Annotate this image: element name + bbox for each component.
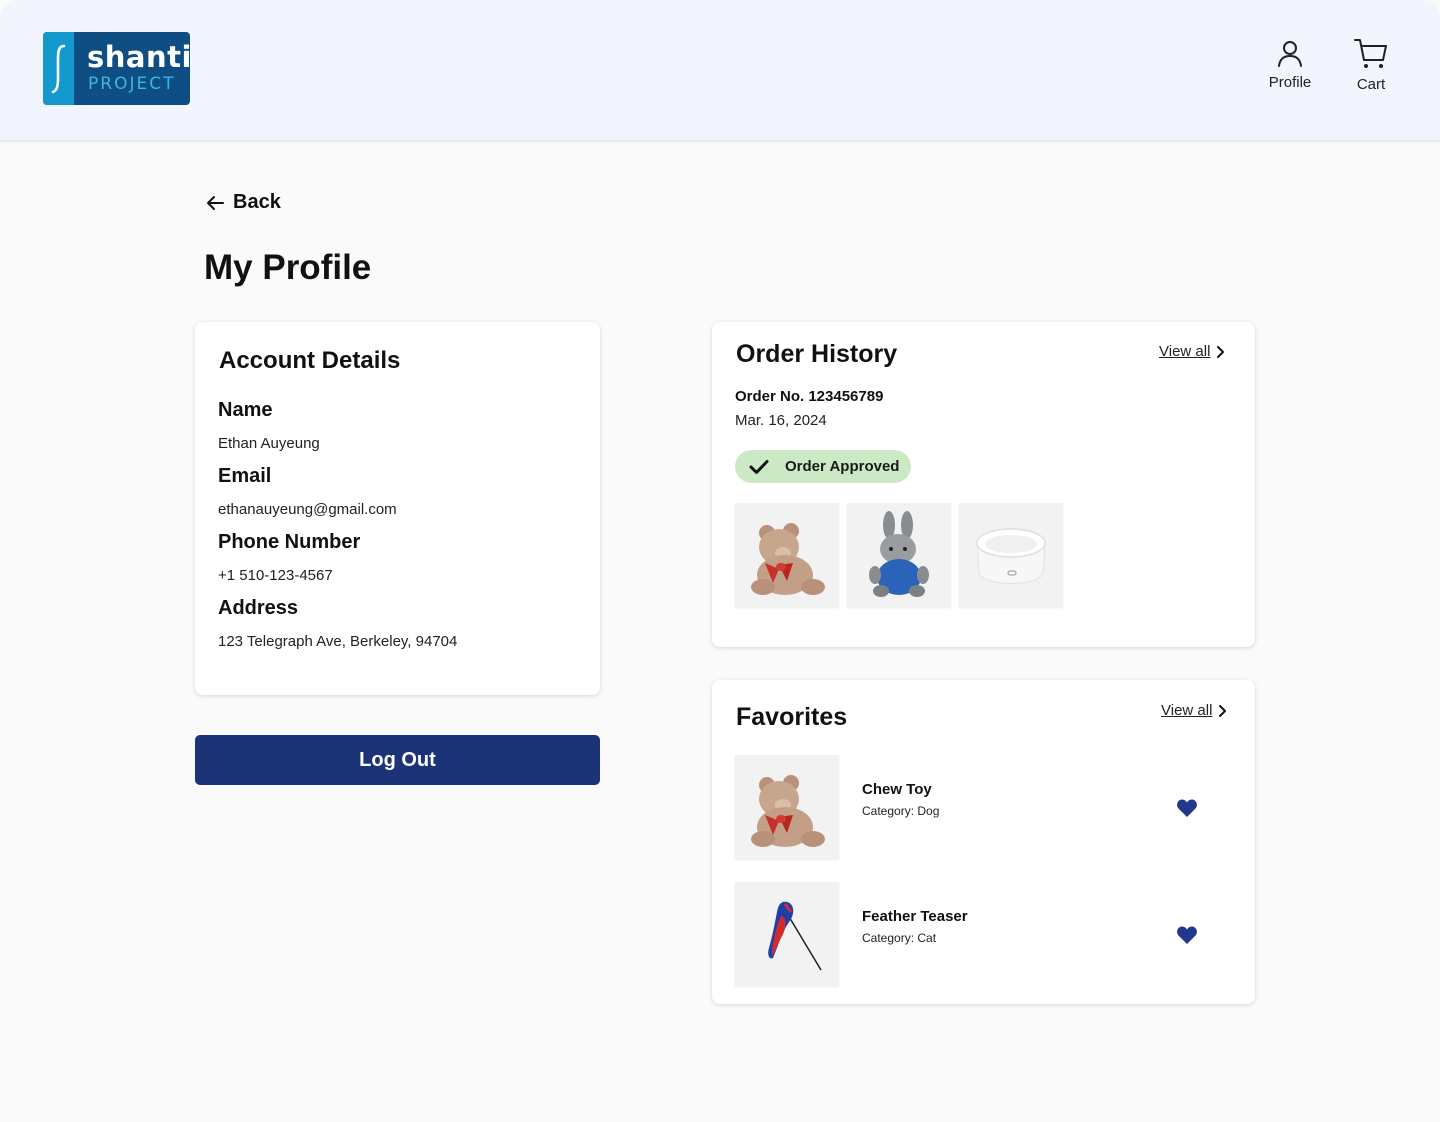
address-value: 123 Telegraph Ave, Berkeley, 94704: [218, 633, 458, 650]
favorite-name: Chew Toy: [862, 781, 932, 798]
heart-icon[interactable]: [1176, 925, 1198, 945]
logo-mark: [43, 32, 74, 105]
view-all-label: View all: [1159, 343, 1211, 360]
order-status-text: Order Approved: [785, 458, 900, 475]
back-label: Back: [233, 191, 281, 213]
top-header: shanti PROJECT Profile Cart: [0, 0, 1440, 140]
order-history-view-all[interactable]: View all: [1159, 343, 1225, 360]
order-history-title: Order History: [736, 340, 898, 368]
address-label: Address: [218, 597, 299, 619]
logo-word-project: PROJECT: [88, 74, 176, 94]
phone-value: +1 510-123-4567: [218, 567, 333, 584]
favorite-category: Category: Cat: [862, 931, 937, 945]
nav-cart[interactable]: Cart: [1346, 38, 1396, 93]
pet-bowl-image[interactable]: [959, 503, 1063, 607]
heart-icon[interactable]: [1176, 798, 1198, 818]
page-title: My Profile: [204, 248, 372, 287]
user-icon: [1278, 41, 1302, 67]
favorite-name: Feather Teaser: [862, 908, 968, 925]
name-label: Name: [218, 399, 273, 421]
favorite-category: Category: Dog: [862, 804, 940, 818]
chevron-right-icon: [1219, 704, 1227, 717]
favorites-card: Favorites View all Chew Toy Category: Do…: [712, 680, 1255, 1004]
teddy-bear-image: [735, 755, 839, 859]
nav-profile[interactable]: Profile: [1263, 38, 1317, 91]
order-history-card: Order History View all Order No. 1234567…: [712, 322, 1255, 647]
nav-cart-label: Cart: [1356, 76, 1386, 93]
logo-word-shanti: shanti: [87, 40, 190, 74]
phone-label: Phone Number: [218, 531, 361, 553]
app-frame: shanti PROJECT Profile Cart Back My Prof…: [0, 0, 1440, 1122]
shanti-project-logo[interactable]: shanti PROJECT: [43, 32, 190, 105]
back-link[interactable]: Back: [206, 191, 281, 214]
email-label: Email: [218, 465, 272, 487]
account-details-card: Account Details Name Ethan Auyeung Email…: [195, 322, 600, 695]
favorites-view-all[interactable]: View all: [1161, 702, 1227, 719]
feather-teaser-image: [735, 882, 839, 986]
name-value: Ethan Auyeung: [218, 435, 320, 452]
order-status-badge: Order Approved: [735, 450, 911, 483]
teddy-bear-image[interactable]: [735, 503, 839, 607]
nav-profile-label: Profile: [1268, 74, 1312, 91]
order-date: Mar. 16, 2024: [735, 412, 827, 429]
favorites-title: Favorites: [736, 703, 848, 731]
email-value: ethanauyeung@gmail.com: [218, 501, 397, 518]
view-all-label: View all: [1161, 702, 1213, 719]
cart-icon: [1354, 39, 1387, 68]
log-out-button[interactable]: Log Out: [195, 735, 600, 785]
order-number: Order No. 123456789: [735, 388, 884, 405]
account-details-title: Account Details: [219, 347, 401, 374]
arrow-left-icon: [207, 195, 224, 210]
check-icon: [749, 459, 769, 474]
plush-bunny-image[interactable]: [847, 503, 951, 607]
chevron-right-icon: [1217, 345, 1225, 358]
